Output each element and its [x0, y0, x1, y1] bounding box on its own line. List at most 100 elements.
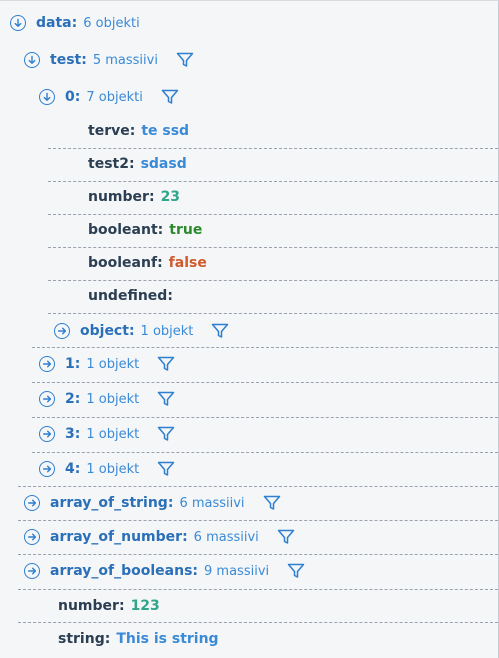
node-summary: 6 massiivi [193, 529, 259, 545]
filter-icon[interactable] [211, 323, 229, 339]
tree-leaf-root-number[interactable]: number: 123 [58, 592, 160, 620]
node-key: 0 [65, 89, 75, 105]
colon: : [157, 222, 164, 238]
tree-leaf-root-string[interactable]: string: This is string [58, 625, 219, 653]
colon: : [192, 563, 199, 579]
node-summary: 1 objekt [86, 356, 140, 372]
leaf-key: test2 [88, 156, 129, 172]
row-divider [32, 347, 498, 348]
row-divider [32, 382, 498, 383]
tree-leaf-test2[interactable]: test2: sdasd [88, 150, 187, 178]
filter-icon[interactable] [287, 563, 305, 579]
filter-icon[interactable] [157, 426, 175, 442]
node-summary: 6 massiivi [179, 495, 245, 511]
colon: : [167, 495, 174, 511]
node-key: array_of_booleans [50, 563, 193, 579]
row-divider [18, 589, 498, 590]
tree-leaf-booleant[interactable]: booleant: true [88, 216, 202, 244]
filter-icon[interactable] [277, 529, 295, 545]
tree-leaf-terve[interactable]: terve: te ssd [88, 117, 189, 145]
tree-leaf-booleanf[interactable]: booleanf: false [88, 249, 207, 277]
arrow-down-circle-icon[interactable] [39, 89, 55, 105]
filter-icon[interactable] [161, 89, 179, 105]
node-key: test [50, 52, 82, 68]
leaf-value-number: 123 [130, 598, 160, 614]
node-key: data [36, 15, 72, 31]
colon: : [74, 461, 81, 477]
tree-node-item-2[interactable]: 2: 1 objekt [39, 385, 175, 413]
row-divider [18, 622, 498, 623]
row-divider [48, 313, 498, 314]
node-key: array_of_number [50, 529, 183, 545]
node-summary: 7 objekti [86, 89, 143, 105]
arrow-down-circle-icon[interactable] [10, 15, 26, 31]
row-divider [18, 486, 498, 487]
filter-icon[interactable] [263, 495, 281, 511]
row-divider [48, 214, 498, 215]
row-divider [48, 280, 498, 281]
node-summary: 6 objekti [83, 15, 140, 31]
arrow-right-circle-icon[interactable] [24, 495, 40, 511]
tree-leaf-undefined[interactable]: undefined: [88, 282, 179, 310]
leaf-key: booleanf [88, 255, 158, 271]
tree-leaf-number[interactable]: number: 23 [88, 183, 180, 211]
leaf-value-boolean-false: false [168, 255, 207, 271]
filter-icon[interactable] [157, 356, 175, 372]
colon: : [167, 288, 173, 304]
arrow-right-circle-icon[interactable] [24, 563, 40, 579]
tree-node-item-0[interactable]: 0: 7 objekti [39, 83, 179, 111]
filter-icon[interactable] [157, 461, 175, 477]
colon: : [74, 89, 81, 105]
colon: : [74, 391, 81, 407]
arrow-right-circle-icon[interactable] [54, 323, 70, 339]
row-divider [48, 181, 498, 182]
leaf-key: undefined [88, 288, 168, 304]
tree-node-test[interactable]: test: 5 massiivi [24, 46, 194, 74]
leaf-key: booleant [88, 222, 158, 238]
tree-node-array-of-booleans[interactable]: array_of_booleans: 9 massiivi [24, 557, 305, 585]
colon: : [157, 255, 163, 271]
filter-icon[interactable] [157, 391, 175, 407]
colon: : [129, 123, 136, 139]
node-summary: 9 massiivi [204, 563, 270, 579]
colon: : [74, 356, 81, 372]
leaf-value-string: te ssd [141, 123, 190, 139]
node-key: object [80, 323, 129, 339]
colon: : [71, 15, 78, 31]
node-summary: 5 massiivi [92, 52, 158, 68]
row-divider [18, 554, 498, 555]
arrow-right-circle-icon[interactable] [24, 529, 40, 545]
node-key: array_of_string [50, 495, 168, 511]
node-key: 2 [65, 391, 75, 407]
arrow-right-circle-icon[interactable] [39, 391, 55, 407]
leaf-key: number [88, 189, 149, 205]
tree-node-array-of-number[interactable]: array_of_number: 6 massiivi [24, 523, 295, 551]
arrow-right-circle-icon[interactable] [39, 426, 55, 442]
leaf-key: string [58, 631, 105, 647]
leaf-value-string: This is string [116, 631, 219, 647]
leaf-value-boolean-true: true [169, 222, 203, 238]
arrow-down-circle-icon[interactable] [24, 52, 40, 68]
row-divider [32, 417, 498, 418]
leaf-value-string: sdasd [140, 156, 187, 172]
filter-icon[interactable] [176, 52, 194, 68]
tree-node-array-of-string[interactable]: array_of_string: 6 massiivi [24, 489, 281, 517]
node-summary: 1 objekt [86, 461, 140, 477]
colon: : [81, 52, 87, 68]
node-summary: 1 objekt [86, 426, 140, 442]
colon: : [74, 426, 81, 442]
arrow-right-circle-icon[interactable] [39, 356, 55, 372]
tree-node-item-4[interactable]: 4: 1 objekt [39, 455, 175, 483]
node-summary: 1 objekt [86, 391, 140, 407]
node-key: 3 [65, 426, 75, 442]
node-key: 1 [65, 356, 75, 372]
colon: : [118, 598, 125, 614]
node-summary: 1 objekt [140, 323, 194, 339]
arrow-right-circle-icon[interactable] [39, 461, 55, 477]
colon: : [182, 529, 188, 545]
tree-node-object[interactable]: object: 1 objekt [54, 317, 229, 345]
tree-node-item-3[interactable]: 3: 1 objekt [39, 420, 175, 448]
row-divider [18, 520, 498, 521]
tree-node-item-1[interactable]: 1: 1 objekt [39, 350, 175, 378]
tree-node-data[interactable]: data: 6 objekti [10, 9, 140, 37]
